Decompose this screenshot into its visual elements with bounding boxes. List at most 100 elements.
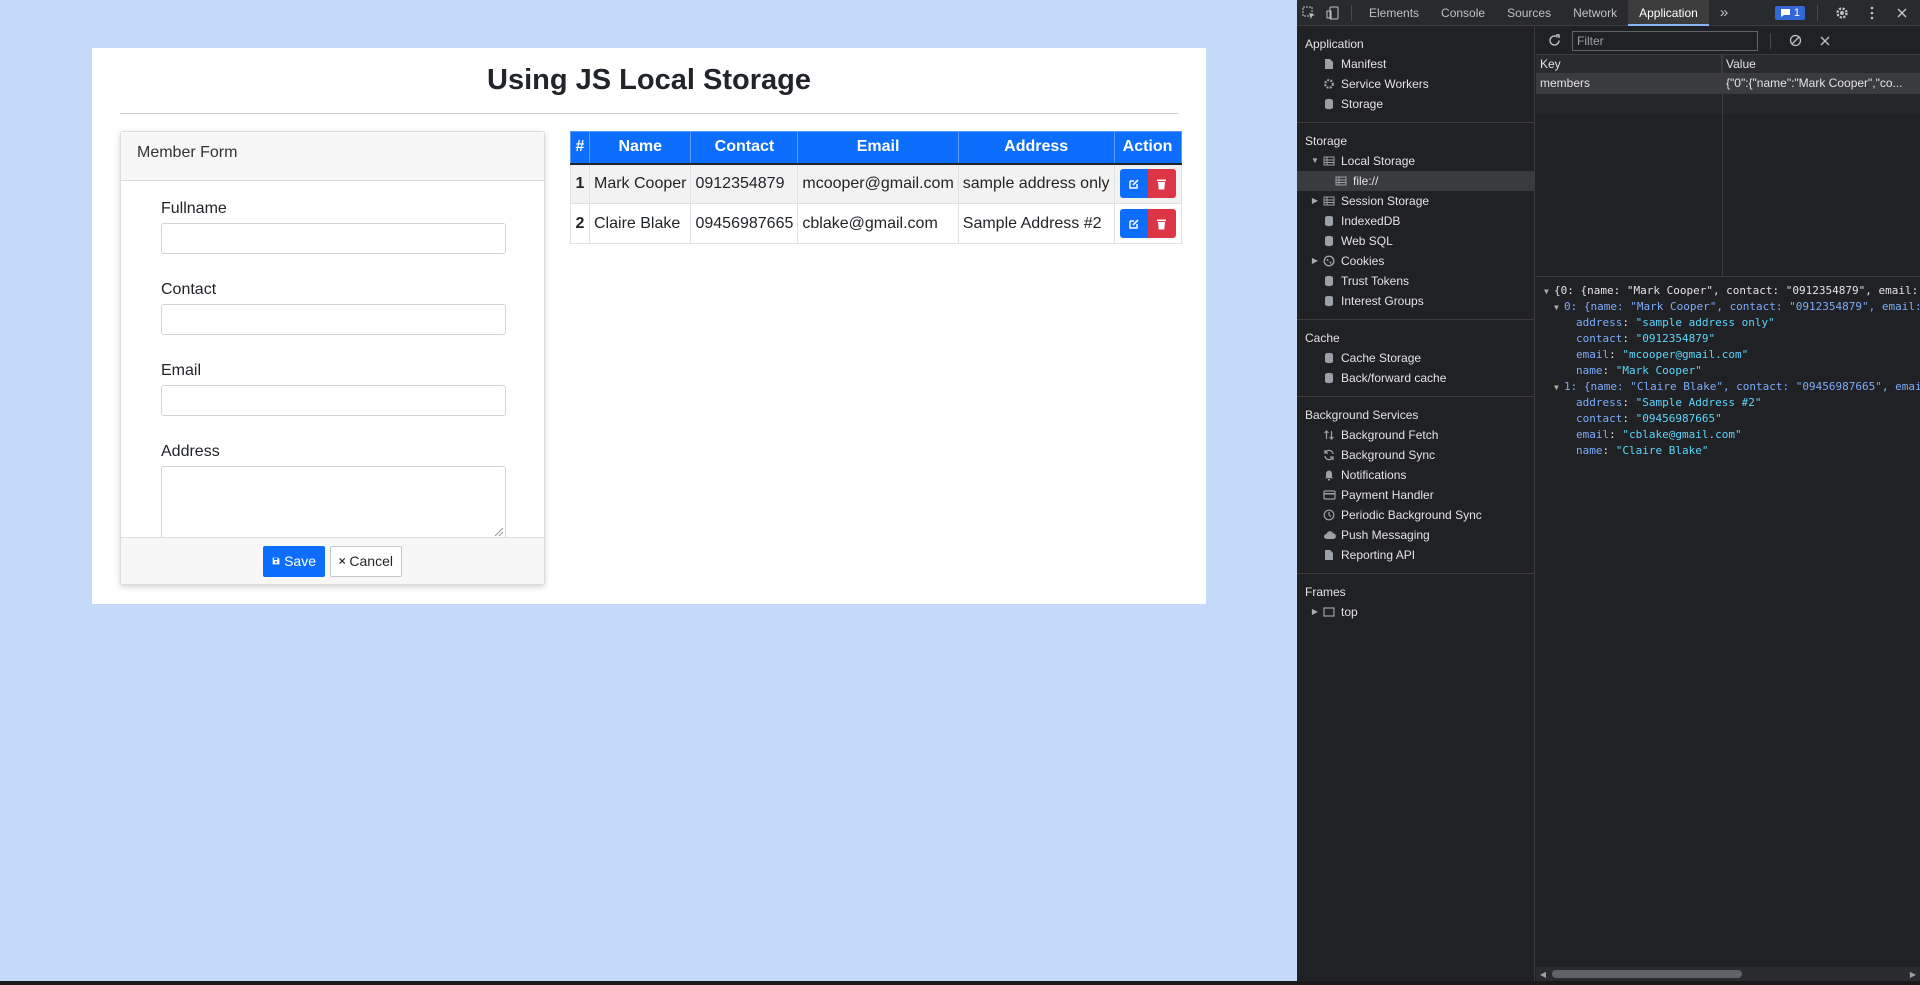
preview-root-line[interactable]: ▼ {0: {name: "Mark Cooper", contact: "091… <box>1544 283 1920 299</box>
collapsed-arrow-icon[interactable]: ▶ <box>1309 191 1321 211</box>
sidebar-item-local-storage-file[interactable]: file:// <box>1297 171 1534 191</box>
row-num: 1 <box>570 163 590 204</box>
issues-badge[interactable]: 1 <box>1774 6 1805 20</box>
preview-prop: address: "Sample Address #2" <box>1576 396 1762 409</box>
trash-icon <box>1157 219 1167 229</box>
database-icon <box>1321 214 1337 228</box>
expanded-arrow-icon[interactable]: ▼ <box>1544 284 1554 300</box>
sidebar-item-manifest[interactable]: Manifest <box>1297 54 1534 74</box>
row-actions <box>1113 203 1182 244</box>
preview-prop: contact: "0912354879" <box>1576 332 1716 345</box>
inspect-element-icon[interactable] <box>1297 1 1321 25</box>
address-textarea[interactable] <box>161 466 506 539</box>
device-toolbar-icon[interactable] <box>1321 1 1345 25</box>
sidebar-item-label: Background Fetch <box>1341 428 1439 442</box>
close-devtools-icon[interactable] <box>1890 1 1914 25</box>
more-tabs-button[interactable]: » <box>1709 0 1739 26</box>
delete-button[interactable] <box>1147 209 1176 238</box>
more-options-icon[interactable] <box>1860 1 1884 25</box>
bell-icon <box>1321 468 1337 482</box>
row-address: Sample Address #2 <box>957 203 1115 244</box>
close-icon <box>339 558 346 564</box>
storage-main-view: Filter Key Value members {"0":{"name":"M… <box>1536 27 1920 985</box>
expanded-arrow-icon[interactable]: ▼ <box>1309 151 1321 171</box>
horizontal-scrollbar[interactable]: ◀ ▶ <box>1536 967 1920 981</box>
delete-button[interactable] <box>1147 169 1176 199</box>
collapsed-arrow-icon[interactable]: ▶ <box>1309 602 1321 622</box>
row-email: cblake@gmail.com <box>797 203 959 244</box>
application-sidebar: Application Manifest Service Workers Sto… <box>1297 27 1535 985</box>
fullname-input[interactable] <box>161 223 506 254</box>
edit-icon <box>1128 218 1139 229</box>
preview-prop-value: "0912354879" <box>1635 332 1716 345</box>
preview-prop-key: email <box>1576 348 1610 361</box>
preview-prop: email: "mcooper@gmail.com" <box>1576 348 1749 361</box>
email-input[interactable] <box>161 385 506 416</box>
sidebar-item-reporting-api[interactable]: Reporting API <box>1297 545 1534 565</box>
tab-elements[interactable]: Elements <box>1358 0 1430 26</box>
sidebar-item-local-storage[interactable]: ▼ Local Storage <box>1297 151 1534 171</box>
sidebar-item-interest-groups[interactable]: Interest Groups <box>1297 291 1534 311</box>
edit-button[interactable] <box>1119 209 1148 238</box>
gear-icon[interactable] <box>1830 1 1854 25</box>
expanded-arrow-icon[interactable]: ▼ <box>1554 380 1564 396</box>
filter-input[interactable]: Filter <box>1572 30 1758 51</box>
preview-prop: contact: "09456987665" <box>1576 412 1722 425</box>
table-row[interactable]: members {"0":{"name":"Mark Cooper","co..… <box>1536 74 1920 94</box>
sidebar-item-storage[interactable]: Storage <box>1297 94 1534 114</box>
file-icon <box>1321 57 1337 71</box>
sidebar-item-service-workers[interactable]: Service Workers <box>1297 74 1534 94</box>
sidebar-divider <box>1297 573 1534 574</box>
sidebar-item-payment-handler[interactable]: Payment Handler <box>1297 485 1534 505</box>
refresh-icon[interactable] <box>1542 29 1566 53</box>
sidebar-item-web-sql[interactable]: Web SQL <box>1297 231 1534 251</box>
save-button-label: Save <box>284 553 316 569</box>
edit-button[interactable] <box>1119 169 1148 199</box>
table-row-empty[interactable] <box>1536 94 1920 114</box>
sidebar-item-background-fetch[interactable]: Background Fetch <box>1297 425 1534 445</box>
preview-prop-value: "mcooper@gmail.com" <box>1622 348 1749 361</box>
kv-header-key[interactable]: Key <box>1536 55 1722 73</box>
preview-prop: address: "sample address only" <box>1576 316 1775 329</box>
cancel-button[interactable]: Cancel <box>330 545 402 577</box>
sidebar-item-push-messaging[interactable]: Push Messaging <box>1297 525 1534 545</box>
collapsed-arrow-icon[interactable]: ▶ <box>1309 251 1321 271</box>
scroll-right-arrow-icon[interactable]: ▶ <box>1906 967 1920 981</box>
clear-all-icon[interactable] <box>1783 29 1807 53</box>
sidebar-item-session-storage[interactable]: ▶ Session Storage <box>1297 191 1534 211</box>
preview-item-1[interactable]: ▼ 1: {name: "Claire Blake", contact: "094… <box>1544 379 1920 395</box>
resize-grip-icon[interactable] <box>495 528 503 536</box>
preview-prop: name: "Mark Cooper" <box>1576 364 1702 377</box>
toolbar-separator <box>1770 32 1771 49</box>
sidebar-item-cookies[interactable]: ▶ Cookies <box>1297 251 1534 271</box>
tab-sources[interactable]: Sources <box>1496 0 1562 26</box>
sidebar-item-periodic-background-sync[interactable]: Periodic Background Sync <box>1297 505 1534 525</box>
tab-console[interactable]: Console <box>1430 0 1496 26</box>
sidebar-item-trust-tokens[interactable]: Trust Tokens <box>1297 271 1534 291</box>
delete-selected-icon[interactable] <box>1813 29 1837 53</box>
kv-header-row: Key Value <box>1536 55 1920 74</box>
member-form-card: Member Form Fullname Contact Email Addre… <box>120 131 545 585</box>
up-down-arrows-icon <box>1321 428 1337 442</box>
scroll-left-arrow-icon[interactable]: ◀ <box>1536 967 1550 981</box>
column-divider <box>1722 55 1723 276</box>
kv-value-cell: {"0":{"name":"Mark Cooper","co... <box>1726 76 1903 90</box>
sidebar-item-notifications[interactable]: Notifications <box>1297 465 1534 485</box>
sidebar-item-label: Interest Groups <box>1341 294 1424 308</box>
preview-root-text: {0: {name: "Mark Cooper", contact: "0912… <box>1554 284 1919 297</box>
sidebar-item-frame-top[interactable]: ▶ top <box>1297 602 1534 622</box>
preview-item-0[interactable]: ▼ 0: {name: "Mark Cooper", contact: "0912… <box>1544 299 1920 315</box>
tab-application[interactable]: Application <box>1628 0 1709 26</box>
kv-header-value[interactable]: Value <box>1722 55 1920 73</box>
sidebar-item-cache-storage[interactable]: Cache Storage <box>1297 348 1534 368</box>
sidebar-item-indexeddb[interactable]: IndexedDB <box>1297 211 1534 231</box>
expanded-arrow-icon[interactable]: ▼ <box>1554 300 1564 316</box>
scrollbar-thumb[interactable] <box>1552 970 1742 978</box>
contact-input[interactable] <box>161 304 506 335</box>
row-name: Mark Cooper <box>588 163 692 204</box>
tab-network[interactable]: Network <box>1562 0 1628 26</box>
save-button[interactable]: Save <box>263 545 325 577</box>
sidebar-section-cache: Cache <box>1305 331 1340 345</box>
sidebar-item-back-forward-cache[interactable]: Back/forward cache <box>1297 368 1534 388</box>
sidebar-item-background-sync[interactable]: Background Sync <box>1297 445 1534 465</box>
